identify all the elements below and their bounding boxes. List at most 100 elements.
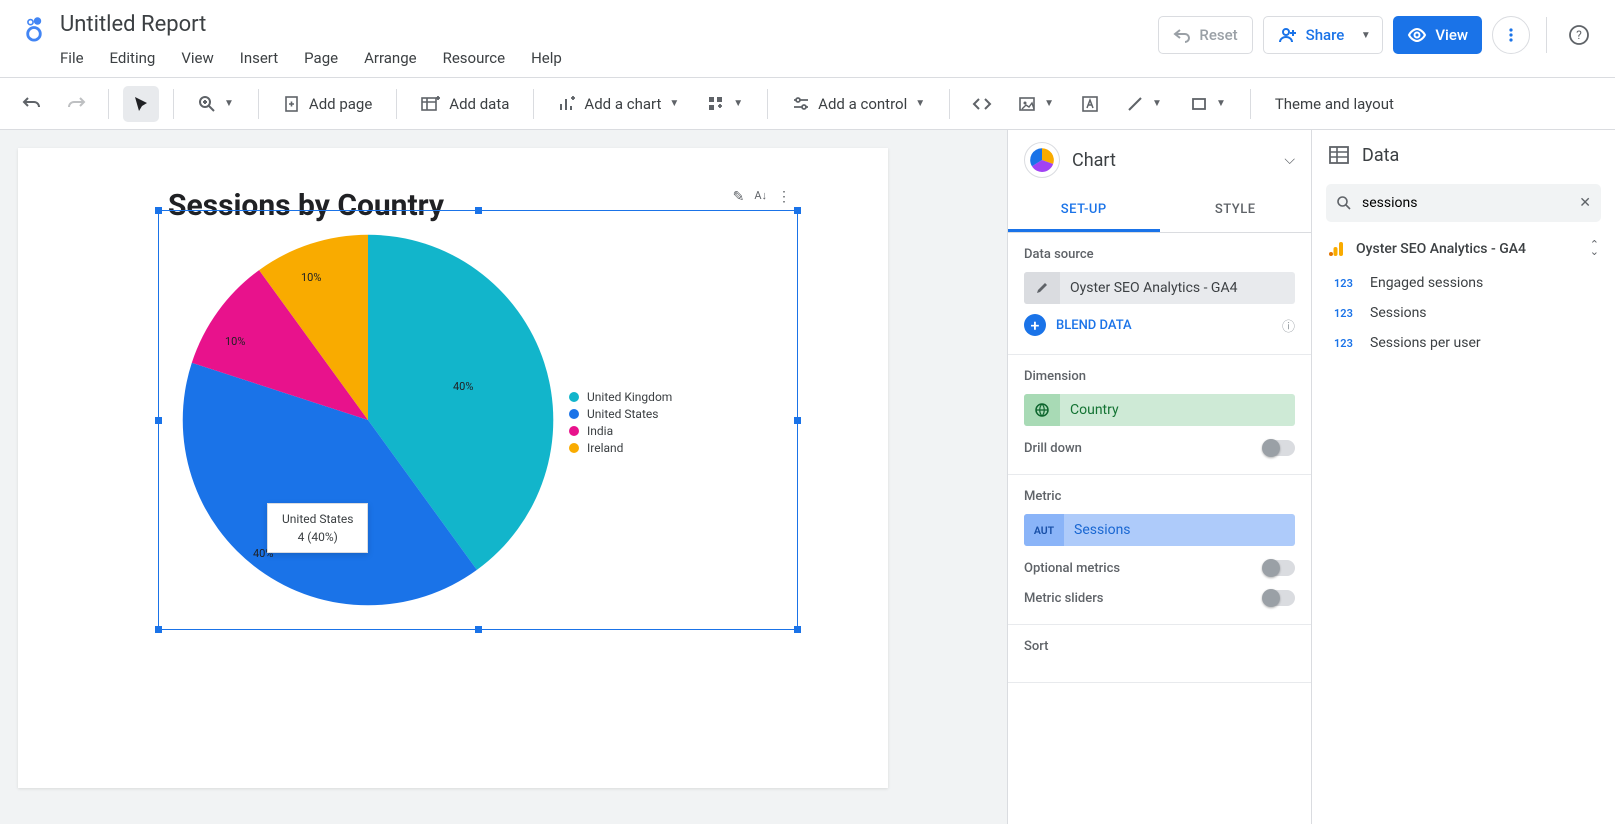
undo-button[interactable]	[14, 86, 50, 122]
search-box[interactable]: ✕	[1326, 184, 1601, 222]
share-dropdown-button[interactable]: ▼	[1349, 16, 1383, 54]
field-item[interactable]: 123Sessions per user	[1312, 328, 1615, 358]
canvas[interactable]: Sessions by Country ✎ A↓ ⋮	[0, 130, 1007, 824]
menu-page[interactable]: Page	[304, 49, 338, 67]
add-data-button[interactable]: Add data	[411, 86, 519, 122]
menu-resource[interactable]: Resource	[443, 49, 506, 67]
select-tool-button[interactable]	[123, 86, 159, 122]
field-type-badge: 123	[1334, 277, 1358, 290]
text-button[interactable]	[1072, 86, 1108, 122]
field-type-badge: 123	[1334, 307, 1358, 320]
text-icon	[1081, 95, 1099, 113]
tab-setup[interactable]: SET-UP	[1008, 190, 1160, 232]
report-title[interactable]: Untitled Report	[60, 10, 1158, 43]
more-options-button[interactable]	[1492, 16, 1530, 54]
data-panel-title: Data	[1362, 145, 1399, 166]
view-button[interactable]: View	[1393, 16, 1482, 54]
chart-legend: United Kingdom United States India Irela…	[569, 387, 672, 458]
share-label: Share	[1306, 26, 1345, 44]
field-name: Engaged sessions	[1370, 275, 1483, 291]
expand-icon[interactable]: ⌃⌄	[1590, 242, 1599, 255]
metric-sliders-label: Metric sliders	[1024, 591, 1103, 606]
person-add-icon	[1278, 25, 1298, 45]
legend-label: Ireland	[587, 441, 623, 455]
add-page-button[interactable]: Add page	[273, 86, 382, 122]
metric-sliders-toggle[interactable]	[1263, 590, 1295, 606]
blend-data-button[interactable]: + BLEND DATA ⓘ	[1024, 314, 1295, 336]
image-button[interactable]: ▼	[1008, 86, 1064, 122]
line-button[interactable]: ▼	[1116, 86, 1172, 122]
help-button[interactable]: ?	[1563, 24, 1595, 46]
pie-slice-label: 10%	[225, 335, 245, 348]
search-input[interactable]	[1362, 195, 1569, 211]
pencil-icon[interactable]	[1024, 272, 1060, 304]
menu-file[interactable]: File	[60, 49, 84, 67]
chart-tooltip: United States 4 (40%)	[267, 503, 368, 553]
dimension-chip[interactable]: Country	[1024, 394, 1295, 426]
resize-handle[interactable]	[475, 626, 482, 633]
menu-insert[interactable]: Insert	[240, 49, 278, 67]
embed-button[interactable]	[964, 86, 1000, 122]
add-page-label: Add page	[309, 95, 372, 113]
more-vert-icon[interactable]: ⋮	[777, 189, 791, 205]
share-button[interactable]: Share	[1263, 16, 1360, 54]
tooltip-label: United States	[282, 512, 353, 526]
resize-handle[interactable]	[155, 626, 162, 633]
sort-icon[interactable]: A↓	[754, 189, 767, 205]
view-label: View	[1435, 26, 1468, 44]
section-label-sort: Sort	[1024, 639, 1295, 654]
resize-handle[interactable]	[794, 626, 801, 633]
control-icon	[792, 95, 810, 113]
clear-icon[interactable]: ✕	[1579, 195, 1591, 211]
theme-label: Theme and layout	[1275, 95, 1394, 113]
data-source-item[interactable]: Oyster SEO Analytics - GA4 ⌃⌄	[1312, 230, 1615, 268]
data-panel: Data ✕ Oyster SEO Analytics - GA4 ⌃⌄ 123…	[1311, 130, 1615, 824]
add-data-icon	[421, 95, 441, 113]
resize-handle[interactable]	[155, 207, 162, 214]
resize-handle[interactable]	[794, 207, 801, 214]
resize-handle[interactable]	[475, 207, 482, 214]
menu-view[interactable]: View	[181, 49, 213, 67]
data-source-chip[interactable]: Oyster SEO Analytics - GA4	[1024, 272, 1295, 304]
add-control-button[interactable]: Add a control▼	[782, 86, 935, 122]
zoom-button[interactable]: ▼	[188, 86, 244, 122]
field-item[interactable]: 123Sessions	[1312, 298, 1615, 328]
chart-type-icon[interactable]	[1024, 142, 1060, 178]
chart-selection[interactable]: ✎ A↓ ⋮ 40% 40%	[158, 210, 798, 630]
cursor-icon	[132, 95, 150, 113]
legend-item[interactable]: India	[569, 424, 672, 438]
legend-item[interactable]: United States	[569, 407, 672, 421]
redo-button[interactable]	[58, 86, 94, 122]
shape-button[interactable]: ▼	[1180, 86, 1236, 122]
metric-chip[interactable]: AUT Sessions	[1024, 514, 1295, 546]
theme-layout-button[interactable]: Theme and layout	[1265, 86, 1404, 122]
report-page[interactable]: Sessions by Country ✎ A↓ ⋮	[18, 148, 888, 788]
reset-button[interactable]: Reset	[1158, 16, 1252, 54]
legend-item[interactable]: Ireland	[569, 441, 672, 455]
edit-icon[interactable]: ✎	[733, 189, 745, 205]
help-icon[interactable]: ⓘ	[1282, 316, 1295, 335]
add-control-label: Add a control	[818, 95, 907, 113]
legend-item[interactable]: United Kingdom	[569, 390, 672, 404]
add-page-icon	[283, 95, 301, 113]
menu-editing[interactable]: Editing	[110, 49, 156, 67]
field-name: Sessions per user	[1370, 335, 1481, 351]
optional-metrics-label: Optional metrics	[1024, 561, 1120, 576]
redo-icon	[66, 94, 86, 114]
community-viz-button[interactable]: ▼	[697, 86, 753, 122]
optional-metrics-toggle[interactable]	[1263, 560, 1295, 576]
add-chart-button[interactable]: Add a chart▼	[548, 86, 689, 122]
menu-help[interactable]: Help	[531, 49, 562, 67]
tab-style[interactable]: STYLE	[1160, 190, 1312, 232]
resize-handle[interactable]	[155, 417, 162, 424]
pie-chart[interactable]: 40% 40% 10% 10%	[173, 225, 563, 615]
tooltip-value: 4 (40%)	[282, 530, 353, 544]
menu-arrange[interactable]: Arrange	[364, 49, 416, 67]
field-item[interactable]: 123 Engaged sessions	[1312, 268, 1615, 298]
chevron-down-icon[interactable]: ⌵	[1284, 152, 1295, 168]
drill-down-toggle[interactable]	[1263, 440, 1295, 456]
resize-handle[interactable]	[794, 417, 801, 424]
properties-panel: Chart ⌵ SET-UP STYLE Data source Oyster …	[1007, 130, 1311, 824]
drill-down-label: Drill down	[1024, 441, 1082, 456]
panel-title: Chart	[1072, 150, 1272, 171]
